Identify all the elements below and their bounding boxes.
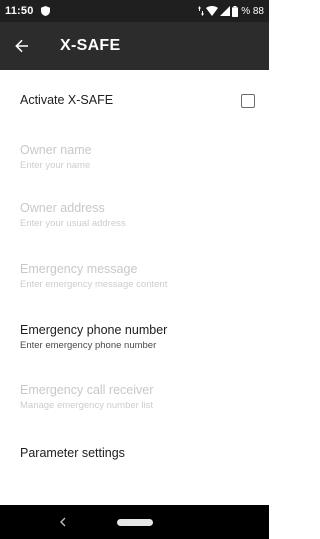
back-arrow-icon[interactable] — [4, 22, 40, 70]
parameter-settings-title: Parameter settings — [20, 446, 125, 460]
owner-address-subtitle: Enter your usual address — [20, 218, 126, 229]
emergency-message-row: Emergency message Enter emergency messag… — [0, 261, 269, 292]
status-time: 11:50 — [5, 5, 34, 17]
shield-icon — [40, 6, 50, 16]
emergency-phone-subtitle: Enter emergency phone number — [20, 340, 157, 351]
page-title: X-SAFE — [60, 37, 121, 54]
navigation-bar — [0, 505, 269, 539]
owner-name-subtitle: Enter your name — [20, 160, 91, 171]
owner-name-title: Owner name — [20, 143, 92, 157]
battery-percent: % 88 — [241, 5, 264, 17]
home-pill-icon[interactable] — [117, 519, 153, 526]
status-bar: 11:50 % 88 — [0, 0, 269, 22]
activate-checkbox[interactable] — [241, 94, 255, 108]
emergency-phone-title: Emergency phone number — [20, 323, 168, 337]
battery-icon — [232, 5, 239, 17]
owner-address-row: Owner address Enter your usual address — [0, 200, 269, 231]
activate-label: Activate X-SAFE — [20, 93, 114, 107]
emergency-phone-row[interactable]: Emergency phone number Enter emergency p… — [0, 322, 269, 353]
app-bar: X-SAFE — [0, 22, 269, 70]
emergency-receiver-subtitle: Manage emergency number list — [20, 400, 154, 411]
activate-row[interactable]: Activate X-SAFE — [0, 92, 269, 108]
parameter-settings-row[interactable]: Parameter settings — [0, 445, 269, 461]
emergency-message-subtitle: Enter emergency message content — [20, 279, 168, 290]
nav-back-icon[interactable] — [56, 515, 70, 529]
data-arrows-icon — [198, 6, 205, 16]
wifi-icon — [206, 6, 219, 16]
owner-name-row: Owner name Enter your name — [0, 142, 269, 173]
emergency-receiver-row: Emergency call receiver Manage emergency… — [0, 382, 269, 413]
emergency-message-title: Emergency message — [20, 262, 138, 276]
signal-icon — [220, 6, 231, 16]
emergency-receiver-title: Emergency call receiver — [20, 383, 154, 397]
owner-address-title: Owner address — [20, 201, 105, 215]
status-indicators: % 88 — [198, 5, 264, 17]
